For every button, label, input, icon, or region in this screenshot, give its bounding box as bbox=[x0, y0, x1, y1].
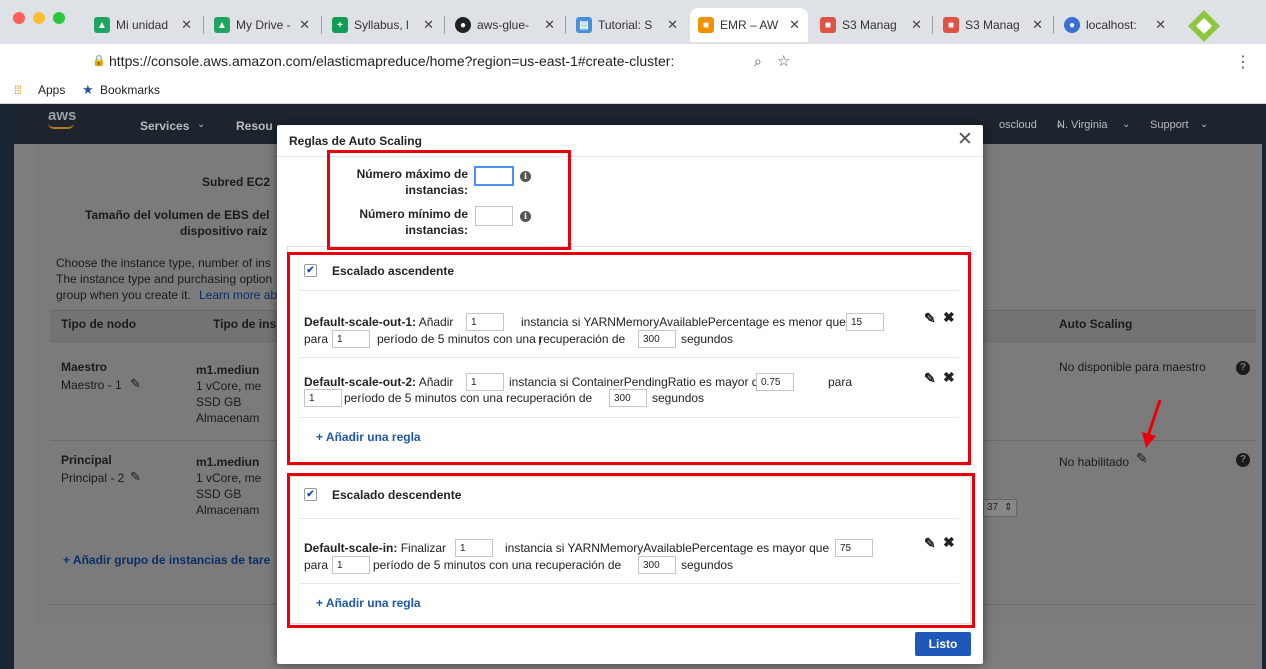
aws-emr-icon: ■ bbox=[698, 17, 714, 33]
browser-tab-active[interactable]: ■ EMR – AW ✕ bbox=[690, 8, 808, 42]
subnet-label: Subred EC2 bbox=[202, 175, 271, 189]
core-auto-scaling-status: No habilitado bbox=[1059, 455, 1130, 469]
core-count: Principal - 2 bbox=[61, 471, 125, 485]
browser-tab[interactable]: ● localhost: ✕ bbox=[1056, 8, 1174, 42]
overlay-logo-icon bbox=[1186, 8, 1222, 44]
browser-tab[interactable]: ▤ Tutorial: S ✕ bbox=[568, 8, 686, 42]
ebs-label: Tamaño del volumen de EBS del bbox=[85, 208, 270, 222]
zoom-icon[interactable]: ⌕ bbox=[754, 53, 762, 70]
tab-close-icon[interactable]: ✕ bbox=[423, 17, 434, 33]
edit-auto-scaling-pencil-icon[interactable]: ✎ bbox=[1136, 450, 1148, 467]
browser-tab[interactable]: + Syllabus, l ✕ bbox=[324, 8, 442, 42]
core-spec: Almacenam bbox=[196, 503, 260, 517]
close-icon[interactable]: ✕ bbox=[957, 128, 973, 151]
master-auto-scaling-status: No disponible para maestro bbox=[1059, 360, 1206, 374]
help-icon[interactable]: ? bbox=[1236, 453, 1250, 467]
menu-icon[interactable]: ⋮ bbox=[1235, 52, 1251, 72]
highlight-box-scale-out bbox=[287, 252, 971, 465]
chevron-down-icon: ⌄ bbox=[1122, 119, 1131, 130]
browser-tab[interactable]: ● aws-glue- ✕ bbox=[447, 8, 563, 42]
browser-tab[interactable]: ▲ Mi unidad ✕ bbox=[86, 8, 200, 42]
aws-docs-icon: ▤ bbox=[576, 17, 592, 33]
core-node-name: Principal bbox=[61, 453, 112, 467]
pencil-icon[interactable]: ✎ bbox=[130, 376, 141, 392]
core-instance-type: m1.mediun bbox=[196, 455, 260, 469]
highlight-box-min-max bbox=[327, 150, 571, 250]
master-spec: Almacenam bbox=[196, 411, 260, 425]
col-auto-scaling: Auto Scaling bbox=[1059, 317, 1133, 331]
tab-close-icon[interactable]: ✕ bbox=[911, 17, 922, 33]
master-node-name: Maestro bbox=[61, 360, 108, 374]
browser-tab[interactable]: ■ S3 Manag ✕ bbox=[935, 8, 1051, 42]
url-field[interactable]: https://console.aws.amazon.com/elasticma… bbox=[109, 53, 674, 69]
tab-close-icon[interactable]: ✕ bbox=[1032, 17, 1043, 33]
chevron-down-icon: ⌄ bbox=[1200, 119, 1209, 130]
google-drive-icon: ▲ bbox=[94, 17, 110, 33]
maximize-window-icon[interactable] bbox=[53, 12, 65, 24]
annotation-arrow-icon bbox=[1142, 399, 1162, 448]
col-node-type: Tipo de nodo bbox=[61, 317, 137, 331]
master-count: Maestro - 1 bbox=[61, 378, 122, 392]
tab-close-icon[interactable]: ✕ bbox=[667, 17, 678, 33]
core-spec: SSD GB bbox=[196, 487, 242, 501]
intro-text: Choose the instance type, number of ins bbox=[56, 256, 271, 270]
bookmark-star-icon[interactable]: ☆ bbox=[777, 52, 790, 70]
master-spec: SSD GB bbox=[196, 395, 242, 409]
support-menu[interactable]: Support bbox=[1150, 119, 1189, 131]
bookmarks-link[interactable]: Bookmarks bbox=[100, 83, 160, 97]
stepper-value: 37 bbox=[987, 502, 999, 513]
help-icon[interactable]: ? bbox=[1236, 361, 1250, 375]
sheets-icon: + bbox=[332, 17, 348, 33]
instance-count-stepper[interactable]: 37 ⇕ bbox=[983, 499, 1017, 517]
resource-groups-menu[interactable]: Resou bbox=[236, 119, 273, 133]
aws-logo[interactable]: aws bbox=[48, 107, 76, 124]
learn-more-link[interactable]: Learn more ab bbox=[199, 288, 277, 302]
dialog-title: Reglas de Auto Scaling bbox=[289, 134, 422, 148]
master-instance-type: m1.mediun bbox=[196, 363, 260, 377]
account-menu[interactable]: oscloud bbox=[999, 119, 1037, 131]
browser-tab[interactable]: ▲ My Drive - ✕ bbox=[206, 8, 318, 42]
aws-s3-icon: ■ bbox=[943, 17, 959, 33]
services-menu[interactable]: Services bbox=[140, 119, 189, 133]
chevron-down-icon: ⌄ bbox=[197, 119, 206, 130]
col-instance-type: Tipo de ins bbox=[213, 317, 277, 331]
tab-close-icon[interactable]: ✕ bbox=[299, 17, 310, 33]
aws-s3-icon: ■ bbox=[820, 17, 836, 33]
tab-close-icon[interactable]: ✕ bbox=[1155, 17, 1166, 33]
tab-close-icon[interactable]: ✕ bbox=[181, 17, 192, 33]
master-spec: 1 vCore, me bbox=[196, 379, 262, 393]
pencil-icon[interactable]: ✎ bbox=[130, 469, 141, 485]
aws-smile-icon bbox=[48, 123, 74, 129]
lock-icon: 🔒 bbox=[92, 55, 106, 67]
bookmarks-bar: ⁞⁞⁞ Apps ★ Bookmarks bbox=[0, 78, 1266, 104]
star-icon: ★ bbox=[82, 82, 94, 97]
add-task-group-link[interactable]: + Añadir grupo de instancias de tare bbox=[63, 553, 270, 567]
tab-close-icon[interactable]: ✕ bbox=[789, 17, 800, 33]
done-button[interactable]: Listo bbox=[915, 632, 971, 656]
apps-icon[interactable]: ⁞⁞⁞ bbox=[14, 83, 22, 97]
apps-link[interactable]: Apps bbox=[38, 83, 65, 97]
close-window-icon[interactable] bbox=[13, 12, 25, 24]
browser-tab-bar: ▲ Mi unidad ✕ ▲ My Drive - ✕ + Syllabus, l ✕ ●… bbox=[0, 0, 1266, 44]
ebs-label-line2: dispositivo raíz bbox=[180, 224, 268, 238]
browser-tab[interactable]: ■ S3 Manag ✕ bbox=[812, 8, 930, 42]
minimize-window-icon[interactable] bbox=[33, 12, 45, 24]
intro-text: The instance type and purchasing option bbox=[56, 272, 273, 286]
localhost-icon: ● bbox=[1064, 17, 1080, 33]
google-drive-icon: ▲ bbox=[214, 17, 230, 33]
github-icon: ● bbox=[455, 17, 471, 33]
tab-close-icon[interactable]: ✕ bbox=[544, 17, 555, 33]
intro-text: group when you create it. bbox=[56, 288, 191, 302]
address-bar-row: ← → C 🔒 https://console.aws.amazon.com/e… bbox=[0, 44, 1266, 114]
core-spec: 1 vCore, me bbox=[196, 471, 262, 485]
highlight-box-scale-in bbox=[287, 473, 975, 628]
region-menu[interactable]: N. Virginia bbox=[1057, 119, 1108, 131]
